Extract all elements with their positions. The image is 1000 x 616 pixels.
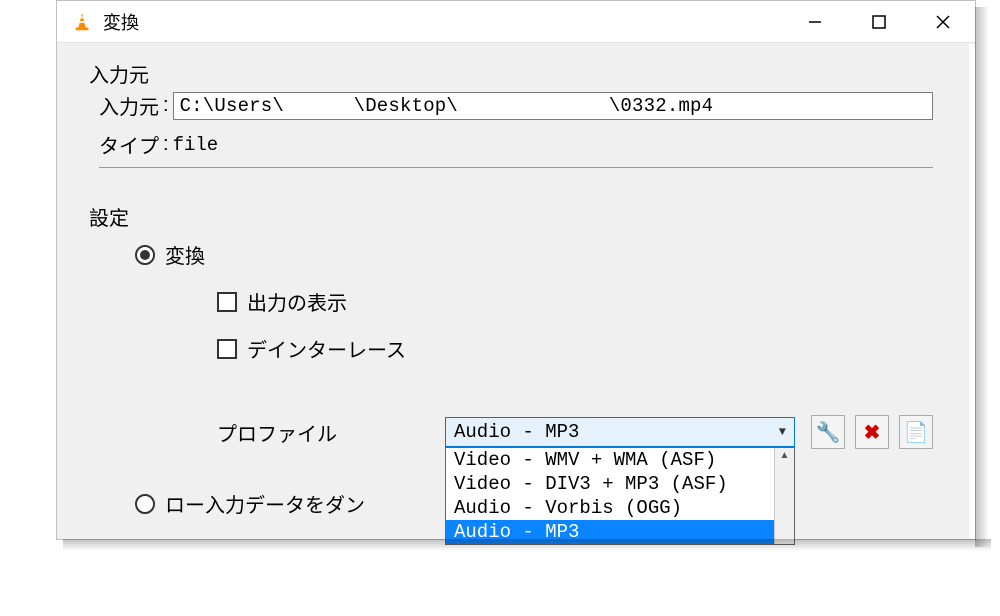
deinterlace-checkbox[interactable]: デインターレース	[217, 334, 406, 363]
delete-profile-button[interactable]: ✖	[855, 415, 889, 449]
profile-dropdown[interactable]: Video - WMV + WMA (ASF) Video - DIV3 + M…	[445, 447, 795, 545]
raw-dump-label: ロー入力データをダン	[165, 489, 365, 518]
edit-profile-button[interactable]: 🔧	[811, 415, 845, 449]
radio-icon	[135, 245, 155, 265]
settings-groupbox: 設定 変換 出力の表示 デインターレース	[81, 204, 951, 616]
display-output-label: 出力の表示	[247, 287, 347, 316]
new-profile-icon: 📄	[904, 420, 929, 445]
checkbox-icon	[217, 292, 237, 312]
deinterlace-label: デインターレース	[247, 334, 406, 363]
profile-option-selected[interactable]: Audio - MP3	[446, 520, 794, 544]
new-profile-button[interactable]: 📄	[899, 415, 933, 449]
profile-label: プロファイル	[217, 418, 445, 447]
colon: :	[163, 133, 169, 156]
checkbox-icon	[217, 339, 237, 359]
type-label: タイプ	[99, 130, 159, 159]
source-groupbox: 入力元 入力元 : タイプ : file	[81, 61, 951, 184]
profile-option[interactable]: Audio - Vorbis (OGG)	[446, 496, 794, 520]
close-button[interactable]	[911, 1, 975, 42]
shadow	[975, 7, 989, 547]
wrench-icon: 🔧	[816, 420, 841, 445]
source-path-input[interactable]	[173, 92, 933, 120]
convert-radio-label: 変換	[165, 240, 205, 269]
profile-option[interactable]: Video - WMV + WMA (ASF)	[446, 448, 794, 472]
colon: :	[163, 94, 169, 117]
window-inner-edge	[969, 44, 975, 539]
titlebar: 変換	[57, 1, 975, 43]
dialog-window: 変換 入力元 入力元 : タイプ : file	[56, 0, 976, 540]
convert-radio[interactable]: 変換	[135, 240, 205, 269]
dropdown-scrollbar[interactable]	[774, 448, 794, 544]
divider	[99, 167, 933, 168]
profile-option[interactable]: Video - DIV3 + MP3 (ASF)	[446, 472, 794, 496]
type-value: file	[173, 134, 219, 156]
source-group-title: 入力元	[85, 59, 153, 88]
raw-dump-radio[interactable]: ロー入力データをダン	[135, 489, 365, 518]
profile-combobox[interactable]: Audio - MP3 ▼	[445, 417, 795, 447]
delete-icon: ✖	[864, 420, 881, 445]
maximize-button[interactable]	[847, 1, 911, 42]
window-title: 変換	[103, 9, 139, 35]
minimize-button[interactable]	[783, 1, 847, 42]
radio-icon	[135, 494, 155, 514]
source-label: 入力元	[99, 91, 159, 120]
settings-group-title: 設定	[85, 202, 133, 231]
display-output-checkbox[interactable]: 出力の表示	[217, 287, 347, 316]
profile-selected-value: Audio - MP3	[454, 421, 579, 443]
vlc-cone-icon	[71, 11, 93, 33]
chevron-down-icon: ▼	[779, 425, 786, 439]
